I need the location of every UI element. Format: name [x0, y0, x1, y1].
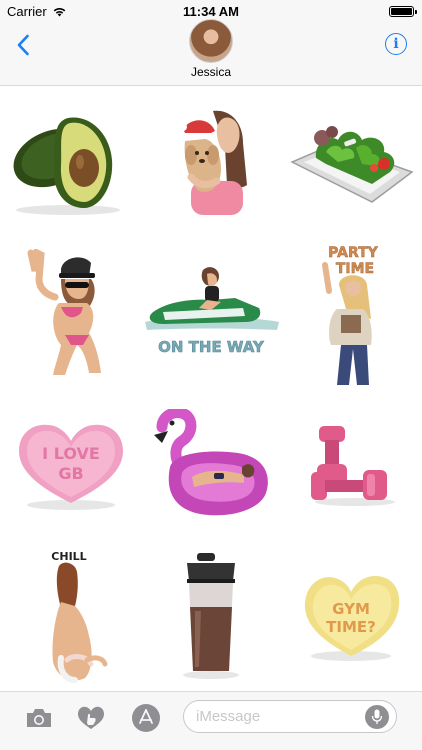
peace-sign-bikini-sticker[interactable] — [1, 238, 141, 389]
christmas-puppy-sticker-art — [179, 110, 247, 215]
candy-heart-gym-line2: TIME? — [326, 618, 376, 636]
back-button[interactable] — [10, 32, 36, 58]
app-store-icon — [132, 704, 160, 732]
battery-level — [391, 7, 412, 15]
chill-caption: CHILL — [51, 550, 86, 563]
jet-ski-sticker[interactable]: ON THE WAY — [141, 238, 281, 389]
flamingo-float-sticker[interactable] — [141, 389, 281, 540]
protein-shaker-sticker[interactable] — [141, 540, 281, 691]
chill-sticker[interactable]: CHILL — [1, 540, 141, 691]
info-button[interactable]: i — [385, 33, 407, 55]
imessage-input[interactable]: iMessage — [183, 700, 397, 733]
conversation-header: Jessica i — [0, 19, 422, 86]
wifi-icon — [53, 7, 66, 16]
party-time-line2: TIME — [336, 261, 374, 277]
chill-sticker-art: CHILL — [51, 550, 108, 683]
pink-dumbbells-sticker-art — [311, 425, 395, 506]
protein-shaker-sticker-art — [183, 552, 239, 679]
contact-header[interactable]: Jessica — [0, 19, 422, 79]
peace-sign-bikini-sticker-art — [27, 248, 101, 375]
info-icon: i — [393, 36, 399, 52]
camera-icon — [27, 709, 51, 727]
chevron-left-icon — [17, 34, 29, 56]
candy-heart-gym-sticker[interactable]: GYM TIME? — [281, 540, 421, 691]
candy-heart-love-line1: I LOVE — [42, 444, 100, 463]
candy-heart-love-line2: GB — [58, 464, 83, 483]
party-time-sticker[interactable]: PARTY TIME — [281, 238, 421, 389]
salad-bowl-sticker-art — [290, 125, 414, 203]
candy-heart-love-sticker-art: I LOVE GB — [19, 424, 123, 510]
avatar[interactable] — [189, 19, 233, 63]
jet-ski-sticker-art: ON THE WAY — [145, 266, 279, 356]
salad-bowl-sticker[interactable] — [281, 87, 421, 238]
candy-heart-love-sticker[interactable]: I LOVE GB — [1, 389, 141, 540]
digital-touch-button[interactable] — [76, 704, 106, 732]
camera-button[interactable] — [24, 704, 54, 732]
heart-hand-icon — [78, 706, 104, 729]
microphone-icon — [371, 709, 383, 724]
avocado-sticker[interactable] — [1, 87, 141, 238]
message-input-bar: iMessage — [0, 691, 422, 750]
flamingo-float-sticker-art — [154, 408, 268, 515]
microphone-button[interactable] — [365, 705, 389, 729]
pink-dumbbells-sticker[interactable] — [281, 389, 421, 540]
party-time-line1: PARTY — [328, 245, 379, 261]
candy-heart-gym-line1: GYM — [332, 600, 370, 618]
avocado-sticker-art — [13, 116, 120, 215]
messages-screen: Carrier 11:34 AM Jessica i ON THE WAY PA… — [0, 0, 422, 750]
christmas-puppy-sticker[interactable] — [141, 87, 281, 238]
jet-ski-caption: ON THE WAY — [158, 338, 265, 356]
candy-heart-gym-sticker-art: GYM TIME? — [304, 575, 400, 661]
carrier-label: Carrier — [7, 3, 47, 19]
party-time-sticker-art: PARTY TIME — [322, 244, 379, 385]
sticker-grid: ON THE WAY PARTY TIME I LOVE GB CHILL GY… — [0, 87, 422, 691]
imessage-placeholder: iMessage — [196, 708, 261, 725]
app-store-button[interactable] — [131, 704, 161, 732]
battery-icon — [389, 5, 417, 17]
contact-name: Jessica — [190, 65, 231, 79]
